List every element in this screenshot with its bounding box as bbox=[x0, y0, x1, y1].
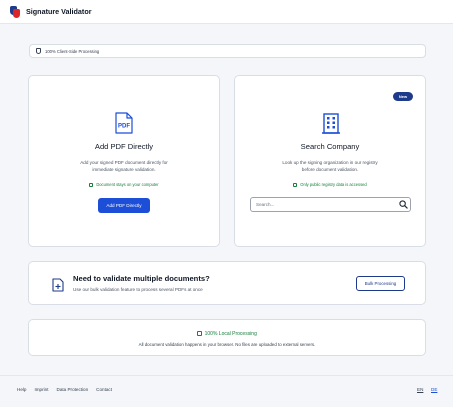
search-card-note-text: Only public registry data is accessed bbox=[300, 182, 367, 187]
search-company-card: New Search Company Look up the signing o… bbox=[234, 75, 426, 247]
company-building-icon bbox=[322, 113, 340, 134]
search-icon[interactable] bbox=[396, 198, 410, 211]
bulk-processing-card: Need to validate multiple documents? Use… bbox=[28, 261, 426, 305]
footer: Help Imprint Data Protection Contact EN … bbox=[0, 375, 453, 407]
footer-links: Help Imprint Data Protection Contact bbox=[17, 387, 112, 392]
app-logo-icon bbox=[10, 5, 20, 18]
banner-text: 100% Client-Side Processing bbox=[45, 48, 100, 54]
pdf-card-title: Add PDF Directly bbox=[94, 142, 154, 151]
search-card-description-1: Look up the signing organization in our … bbox=[282, 160, 378, 165]
add-pdf-button[interactable]: Add PDF Directly bbox=[98, 198, 150, 213]
svg-text:PDF: PDF bbox=[118, 124, 130, 130]
bulk-description: Use our bulk validation feature to proce… bbox=[73, 287, 203, 292]
pdf-document-icon: PDF bbox=[115, 112, 133, 134]
language-en[interactable]: EN bbox=[417, 387, 423, 392]
pdf-card-note-text: Document stays on your computer bbox=[96, 182, 159, 187]
local-processing-description: All document validation happens in your … bbox=[138, 342, 316, 347]
company-search-box bbox=[250, 197, 411, 212]
pdf-card-description-1: Add your signed PDF document directly fo… bbox=[80, 160, 168, 165]
local-processing-title-text: 100% Local Processing bbox=[204, 331, 257, 337]
footer-link-data-protection[interactable]: Data Protection bbox=[57, 387, 89, 392]
new-badge: New bbox=[393, 92, 413, 101]
local-processing-card: 100% Local Processing All document valid… bbox=[28, 319, 426, 356]
add-document-icon bbox=[52, 278, 64, 292]
app-header: Signature Validator bbox=[0, 0, 453, 24]
footer-link-imprint[interactable]: Imprint bbox=[34, 387, 48, 392]
company-search-input[interactable] bbox=[256, 202, 396, 207]
search-card-note: Only public registry data is accessed bbox=[235, 182, 425, 187]
pdf-card-description-2: immediate signature validation. bbox=[92, 167, 156, 172]
pdf-card-note: Document stays on your computer bbox=[29, 182, 219, 187]
footer-link-help[interactable]: Help bbox=[17, 387, 26, 392]
lock-icon bbox=[293, 182, 298, 187]
lock-icon bbox=[197, 331, 202, 336]
client-side-banner: 100% Client-Side Processing bbox=[29, 44, 426, 58]
app-title: Signature Validator bbox=[26, 7, 92, 16]
language-de[interactable]: DE bbox=[431, 387, 437, 392]
bulk-processing-button[interactable]: Bulk Processing bbox=[356, 276, 405, 291]
bulk-title: Need to validate multiple documents? bbox=[73, 274, 210, 283]
shield-icon bbox=[36, 48, 41, 54]
footer-link-contact[interactable]: Contact bbox=[96, 387, 112, 392]
search-card-description-2: before document validation. bbox=[301, 167, 359, 172]
search-card-title: Search Company bbox=[300, 142, 360, 151]
local-processing-title: 100% Local Processing bbox=[29, 331, 425, 337]
lock-icon bbox=[89, 182, 94, 187]
add-pdf-card: PDF Add PDF Directly Add your signed PDF… bbox=[28, 75, 220, 247]
